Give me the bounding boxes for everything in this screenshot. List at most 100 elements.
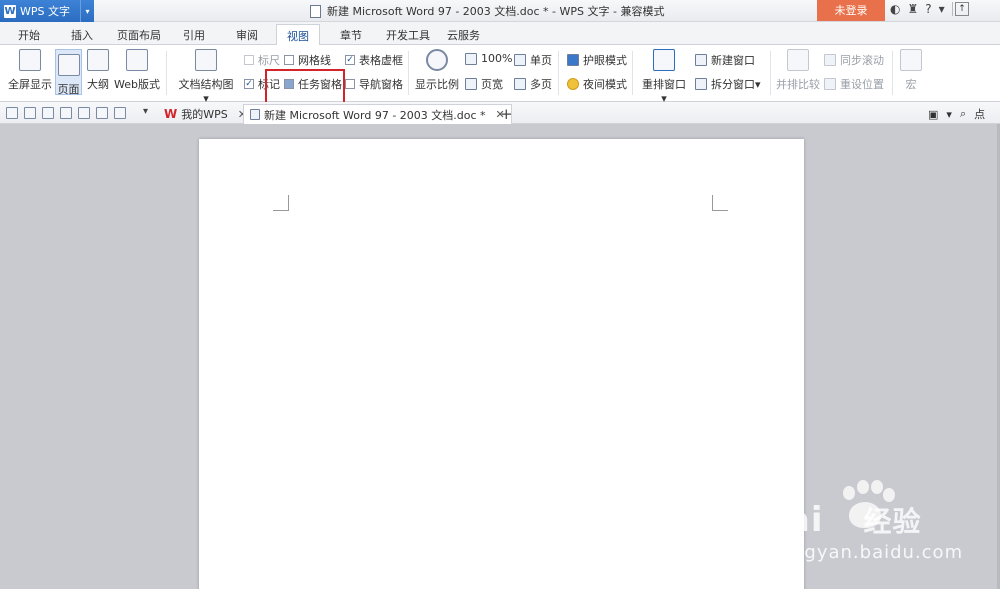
multi-page-icon: [514, 78, 526, 90]
shirt-icon[interactable]: ♜: [907, 2, 918, 16]
checkbox-icon: [345, 55, 355, 65]
divider: [558, 51, 559, 95]
zoom-button[interactable]: 显示比例: [414, 49, 460, 92]
nav-pane-label: 导航窗格: [359, 78, 403, 91]
split-window-button[interactable]: 拆分窗口 ▾: [695, 76, 761, 92]
search-icon[interactable]: ⌕: [960, 107, 966, 121]
moon-icon: [567, 78, 579, 90]
page-view-label: 页面: [57, 83, 80, 96]
quick-access-tools: [6, 107, 132, 119]
ruler-checkbox[interactable]: 标尺: [244, 52, 280, 68]
outline-view-button[interactable]: 大纲: [85, 49, 111, 92]
help-icon[interactable]: ?: [925, 2, 931, 16]
checkbox-icon: [244, 79, 254, 89]
tab-insert[interactable]: 插入: [71, 27, 93, 43]
window-title: 新建 Microsoft Word 97 - 2003 文档.doc * - W…: [310, 3, 664, 19]
zoom-100-icon: [465, 52, 477, 65]
page-view-button[interactable]: 页面: [55, 49, 82, 96]
new-tab-icon[interactable]: +: [500, 105, 513, 123]
zoom-100-button[interactable]: 100%: [465, 52, 512, 65]
arrange-windows-button[interactable]: 重排窗口 ▾: [638, 49, 690, 105]
divider: [632, 51, 633, 95]
tab-chapter[interactable]: 章节: [340, 27, 362, 43]
chevron-down-icon[interactable]: ▾: [80, 0, 94, 22]
doc-map-button[interactable]: 文档结构图 ▾: [175, 49, 237, 105]
sync-scroll-button[interactable]: 同步滚动: [824, 52, 884, 68]
arrange-label: 重排窗口: [642, 78, 686, 91]
checkbox-icon: [284, 55, 294, 65]
wps-logo-icon: W: [4, 4, 16, 18]
gridlines-label: 网格线: [298, 54, 331, 67]
nav-pane-checkbox[interactable]: 导航窗格: [345, 76, 403, 92]
chevron-down-icon: ▾: [755, 77, 761, 91]
preview-icon[interactable]: [78, 107, 90, 119]
multi-page-button[interactable]: 多页: [514, 76, 552, 92]
reset-position-button[interactable]: 重设位置: [824, 76, 884, 92]
single-page-button[interactable]: 单页: [514, 52, 552, 68]
outline-icon: [87, 49, 109, 71]
doc-tab-home[interactable]: W 我的WPS ✕: [158, 104, 253, 124]
table-gridlines-checkbox[interactable]: 表格虚框: [345, 52, 403, 68]
eye-mode-label: 护眼模式: [583, 54, 627, 67]
comment-icon[interactable]: ▾: [946, 108, 952, 121]
page-width-button[interactable]: 页宽: [465, 76, 503, 92]
zoom-label: 显示比例: [415, 78, 459, 91]
eye-mode-button[interactable]: 护眼模式: [567, 52, 627, 68]
tab-view[interactable]: 视图: [276, 24, 320, 46]
fullscreen-icon: [19, 49, 41, 71]
skin-icon[interactable]: ◐: [890, 2, 900, 16]
chevron-down-icon[interactable]: ▾: [143, 106, 148, 117]
restore-icon[interactable]: ↑: [955, 2, 969, 16]
document-page[interactable]: [199, 139, 804, 589]
baidu-watermark: Bai 经验 jingyan.baidu.com: [760, 480, 990, 580]
title-tools: ◐ ♜ ? ▾: [890, 2, 960, 16]
doc-map-icon: [195, 49, 217, 71]
document-icon[interactable]: ▣: [928, 108, 938, 121]
undo-icon[interactable]: [96, 107, 108, 119]
doc-tab-current[interactable]: 新建 Microsoft Word 97 - 2003 文档.doc * ✕: [243, 104, 512, 124]
reset-position-label: 重设位置: [840, 78, 884, 91]
redo-icon[interactable]: [114, 107, 126, 119]
new-window-button[interactable]: 新建窗口: [695, 52, 755, 68]
checkbox-icon: [345, 79, 355, 89]
side-by-side-icon: [787, 49, 809, 71]
tab-start[interactable]: 开始: [18, 27, 40, 43]
arrange-windows-icon: [653, 49, 675, 71]
save-icon[interactable]: [24, 107, 36, 119]
fullscreen-label: 全屏显示: [8, 78, 52, 91]
divider: [408, 51, 409, 95]
watermark-brand: Bai 经验: [760, 500, 922, 540]
macro-button[interactable]: 宏: [898, 49, 924, 92]
gridlines-checkbox[interactable]: 网格线: [284, 52, 331, 68]
sync-scroll-icon: [824, 54, 836, 66]
reset-position-icon: [824, 78, 836, 90]
watermark-brand-cn: 经验: [863, 505, 922, 538]
pdf-icon[interactable]: [42, 107, 54, 119]
chevron-down-icon[interactable]: ▾: [939, 2, 945, 16]
tab-developer[interactable]: 开发工具: [386, 27, 430, 43]
divider: [892, 51, 893, 95]
ribbon-view: 全屏显示 页面 大纲 Web版式 文档结构图 ▾ 标尺 网格线 表格虚框 标记 …: [0, 45, 1000, 116]
open-icon[interactable]: [6, 107, 18, 119]
shield-icon: [567, 54, 579, 66]
watermark-brand-text: Bai: [760, 500, 824, 540]
window-title-text: 新建 Microsoft Word 97 - 2003 文档.doc * - W…: [327, 5, 665, 18]
menu-tabs: 开始 插入 页面布局 引用 审阅 视图 章节 开发工具 云服务: [0, 22, 1000, 46]
table-gridlines-label: 表格虚框: [359, 54, 403, 67]
tab-review[interactable]: 审阅: [236, 27, 258, 43]
tab-references[interactable]: 引用: [183, 27, 205, 43]
web-layout-icon: [126, 49, 148, 71]
web-layout-button[interactable]: Web版式: [114, 49, 160, 92]
watermark-url: jingyan.baidu.com: [780, 542, 964, 563]
night-mode-button[interactable]: 夜间模式: [567, 76, 627, 92]
tab-cloud[interactable]: 云服务: [447, 27, 480, 43]
document-icon: [250, 109, 260, 120]
side-by-side-button[interactable]: 并排比较: [775, 49, 821, 92]
fullscreen-button[interactable]: 全屏显示: [8, 49, 52, 92]
title-bar: W WPS 文字 ▾ 新建 Microsoft Word 97 - 2003 文…: [0, 0, 1000, 22]
login-button[interactable]: 未登录: [817, 0, 885, 21]
app-menu-button[interactable]: W WPS 文字 ▾: [0, 0, 94, 22]
divider: [770, 51, 771, 95]
tab-page-layout[interactable]: 页面布局: [117, 27, 161, 43]
print-icon[interactable]: [60, 107, 72, 119]
